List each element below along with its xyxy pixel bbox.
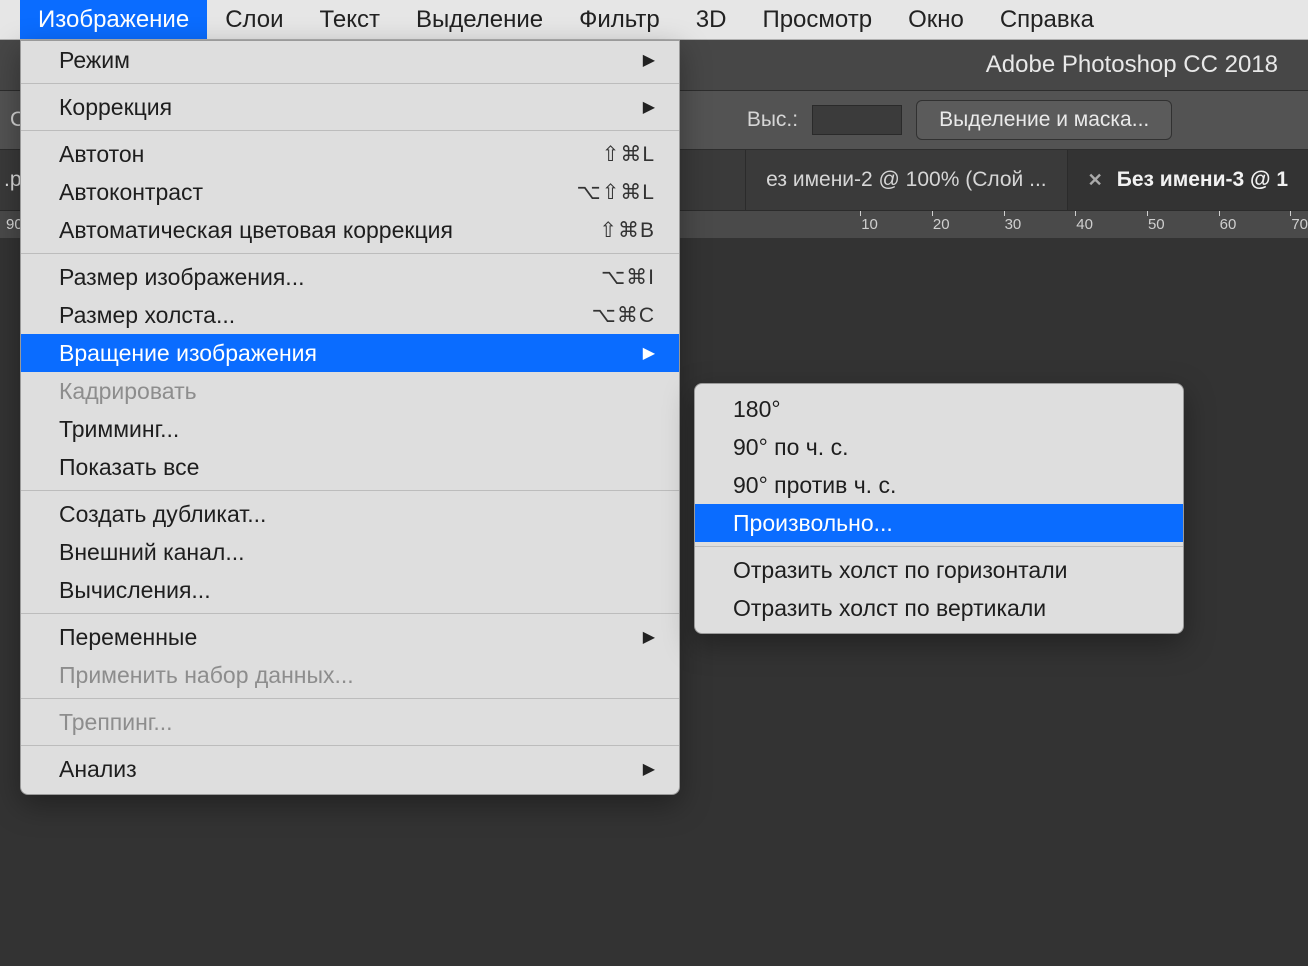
menu-item[interactable]: Автоконтраст ⌥⇧⌘L (21, 173, 679, 211)
menu-separator (21, 698, 679, 699)
height-label: Выс.: (747, 108, 798, 132)
menu-item[interactable]: Размер холста... ⌥⌘C (21, 296, 679, 334)
menu-item: Кадрировать (21, 372, 679, 410)
menu-item[interactable]: Отразить холст по горизонтали (695, 551, 1183, 589)
ruler-mark: 40 (1076, 216, 1093, 233)
menu-item-label: Создать дубликат... (59, 501, 266, 528)
menubar-item[interactable]: Изображение (20, 0, 207, 39)
menubar-item[interactable]: Фильтр (561, 0, 678, 39)
menu-item-label: Коррекция (59, 94, 172, 121)
menu-item[interactable]: Внешний канал... (21, 533, 679, 571)
menu-item-label: Произвольно... (733, 510, 893, 537)
menu-item-label: Размер холста... (59, 302, 235, 329)
menu-item[interactable]: Переменные ▶ (21, 618, 679, 656)
menu-item[interactable]: Автотон ⇧⌘L (21, 135, 679, 173)
doc-tab-stub: .p (0, 168, 22, 192)
menu-separator (21, 745, 679, 746)
menubar-item[interactable]: Текст (302, 0, 398, 39)
menu-item-label: Автоматическая цветовая коррекция (59, 217, 453, 244)
menu-item-label: Отразить холст по вертикали (733, 595, 1046, 622)
menubar-item[interactable]: Окно (890, 0, 982, 39)
ruler-mark: 10 (861, 216, 878, 233)
menu-item-label: Треппинг... (59, 709, 173, 736)
menu-item-label: Вращение изображения (59, 340, 317, 367)
height-input[interactable] (812, 105, 902, 135)
menu-shortcut: ⌥⇧⌘L (577, 180, 655, 205)
ruler-mark: 50 (1148, 216, 1165, 233)
menu-item: Треппинг... (21, 703, 679, 741)
chevron-right-icon: ▶ (643, 759, 655, 779)
chevron-right-icon: ▶ (643, 627, 655, 647)
menu-image: Режим ▶ Коррекция ▶ Автотон ⇧⌘L Автоконтраст ⌥⇧… (20, 40, 680, 795)
ruler-mark: 60 (1220, 216, 1237, 233)
menu-item-label: Отразить холст по горизонтали (733, 557, 1068, 584)
chevron-right-icon: ▶ (643, 50, 655, 70)
menu-item[interactable]: Вращение изображения ▶ (21, 334, 679, 372)
menubar: ИзображениеСлоиТекстВыделениеФильтр3DПро… (0, 0, 1308, 40)
ruler-mark: 70 (1291, 216, 1308, 233)
menu-item-label: Внешний канал... (59, 539, 245, 566)
menu-item-label: Показать все (59, 454, 199, 481)
chevron-right-icon: ▶ (643, 97, 655, 117)
menu-shortcut: ⇧⌘L (602, 142, 655, 167)
menu-item[interactable]: Создать дубликат... (21, 495, 679, 533)
tab-label: Без имени-3 @ 1 (1117, 168, 1288, 192)
menu-separator (21, 130, 679, 131)
menu-separator (21, 83, 679, 84)
menu-item[interactable]: Показать все (21, 448, 679, 486)
menu-shortcut: ⇧⌘B (599, 218, 655, 243)
menu-separator (21, 253, 679, 254)
menu-item-label: Кадрировать (59, 378, 197, 405)
menu-item-label: Переменные (59, 624, 197, 651)
menu-item[interactable]: Размер изображения... ⌥⌘I (21, 258, 679, 296)
menu-item: Применить набор данных... (21, 656, 679, 694)
menu-item-label: Анализ (59, 756, 137, 783)
menu-item[interactable]: Отразить холст по вертикали (695, 589, 1183, 627)
menu-item[interactable]: 180° (695, 390, 1183, 428)
menu-separator (695, 546, 1183, 547)
menu-item[interactable]: Тримминг... (21, 410, 679, 448)
menu-item-label: Вычисления... (59, 577, 211, 604)
menubar-item[interactable]: 3D (678, 0, 745, 39)
ruler-mark: 20 (933, 216, 950, 233)
menu-item-label: 180° (733, 396, 781, 423)
menu-item-label: 90° против ч. с. (733, 472, 896, 499)
document-tab[interactable]: ез имени-2 @ 100% (Слой ... (745, 150, 1066, 210)
app-title: Adobe Photoshop CC 2018 (986, 51, 1278, 79)
menu-item-label: Применить набор данных... (59, 662, 354, 689)
menubar-item[interactable]: Выделение (398, 0, 561, 39)
menubar-item[interactable]: Слои (207, 0, 301, 39)
menu-item[interactable]: Коррекция ▶ (21, 88, 679, 126)
menu-item-label: Автотон (59, 141, 144, 168)
menu-item-label: Размер изображения... (59, 264, 304, 291)
menu-shortcut: ⌥⌘I (601, 265, 655, 290)
menu-separator (21, 613, 679, 614)
menu-shortcut: ⌥⌘C (592, 303, 655, 328)
menu-item[interactable]: 90° против ч. с. (695, 466, 1183, 504)
menu-item-label: Автоконтраст (59, 179, 203, 206)
menu-item[interactable]: 90° по ч. с. (695, 428, 1183, 466)
submenu-image-rotation: 180° 90° по ч. с. 90° против ч. с. Произвол… (694, 383, 1184, 634)
select-and-mask-button[interactable]: Выделение и маска... (916, 100, 1172, 140)
menu-separator (21, 490, 679, 491)
chevron-right-icon: ▶ (643, 343, 655, 363)
menu-item-label: 90° по ч. с. (733, 434, 848, 461)
menubar-item[interactable]: Просмотр (744, 0, 890, 39)
menu-item-label: Тримминг... (59, 416, 179, 443)
document-tab-active[interactable]: ✕ Без имени-3 @ 1 (1067, 150, 1308, 210)
close-icon[interactable]: ✕ (1088, 170, 1103, 191)
ruler-ticks: 10 20 30 40 50 60 70 (861, 216, 1308, 233)
tab-label: ез имени-2 @ 100% (Слой ... (766, 168, 1046, 192)
menu-item[interactable]: Автоматическая цветовая коррекция ⇧⌘B (21, 211, 679, 249)
menu-item[interactable]: Режим ▶ (21, 41, 679, 79)
menu-item[interactable]: Произвольно... (695, 504, 1183, 542)
menubar-item[interactable]: Справка (982, 0, 1112, 39)
ruler-mark: 30 (1005, 216, 1022, 233)
menu-item-label: Режим (59, 47, 130, 74)
menu-item[interactable]: Вычисления... (21, 571, 679, 609)
menu-item[interactable]: Анализ ▶ (21, 750, 679, 788)
